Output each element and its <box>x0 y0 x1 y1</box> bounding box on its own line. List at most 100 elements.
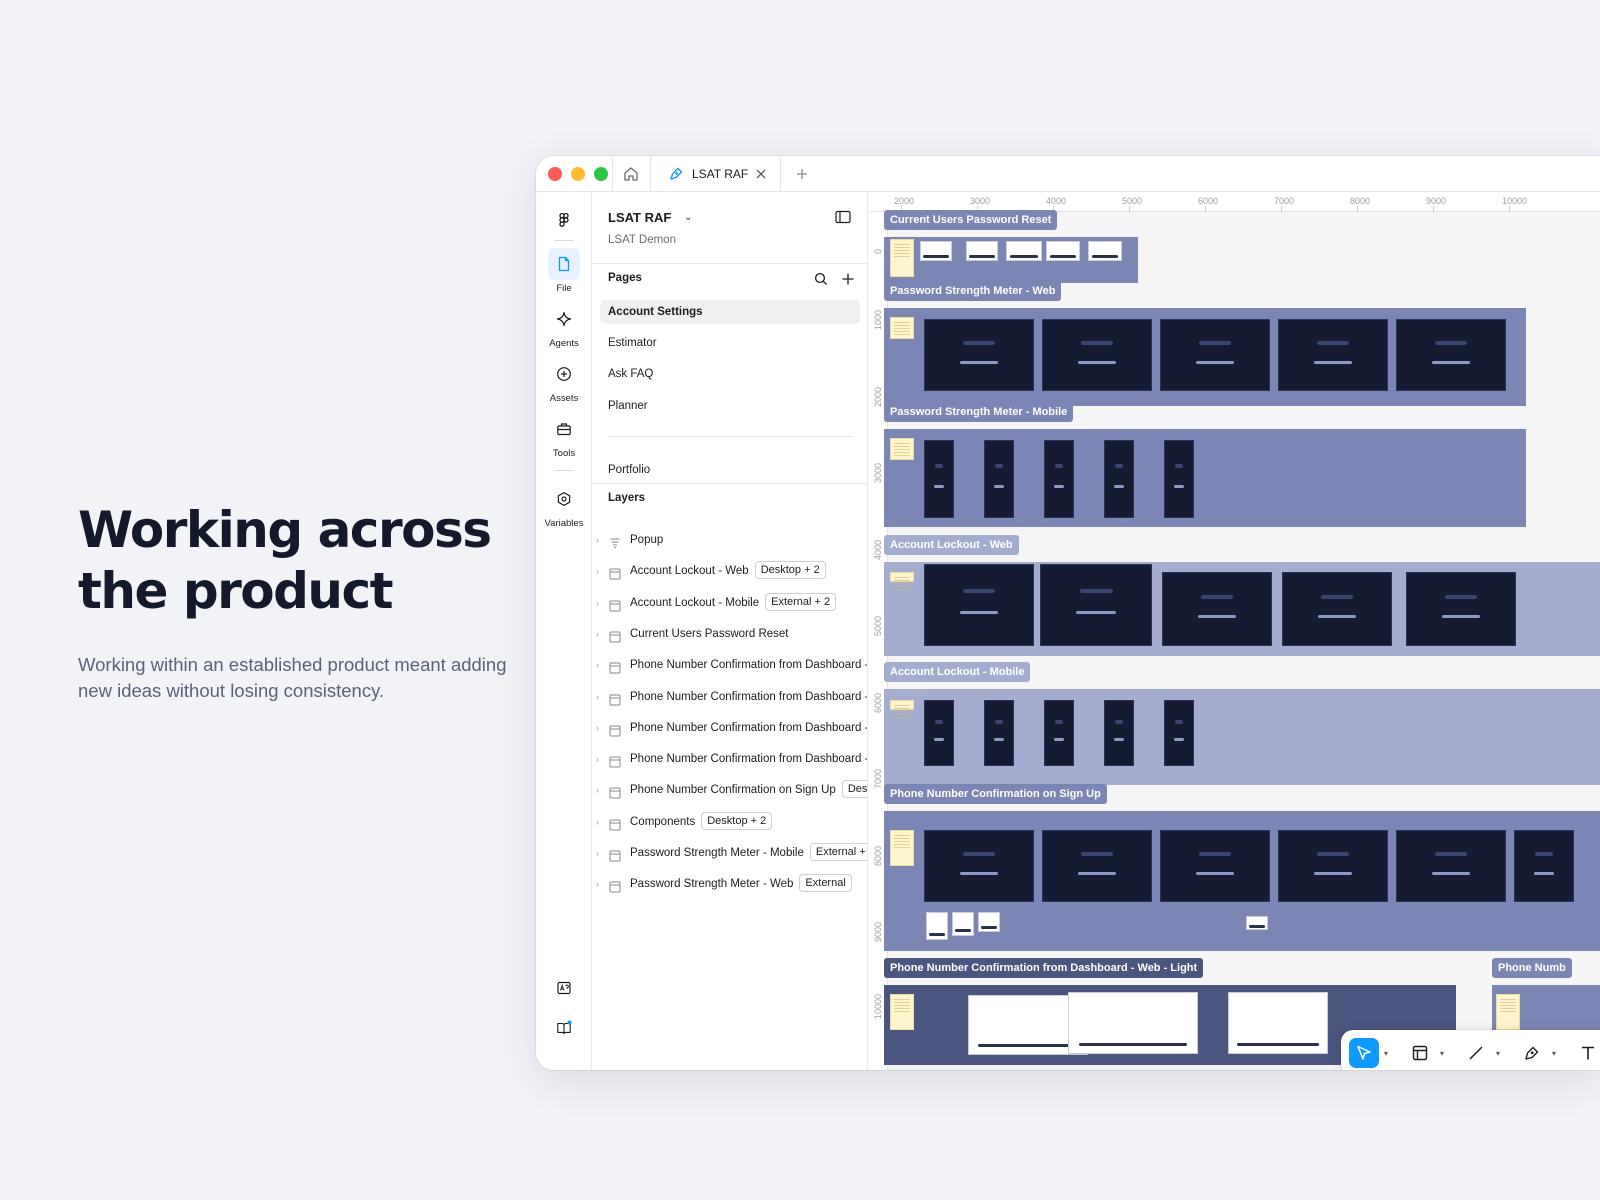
section-label[interactable]: Password Strength Meter - Web <box>884 281 1062 301</box>
rail-agents[interactable]: Agents <box>536 303 592 349</box>
sticky-note[interactable] <box>890 438 914 460</box>
screen-frame[interactable] <box>1406 572 1516 646</box>
section-label[interactable]: Current Users Password Reset <box>884 210 1058 230</box>
chevron-right-icon[interactable]: › <box>596 559 599 583</box>
screen-frame[interactable] <box>1044 700 1074 766</box>
chevron-down-icon[interactable]: ▾ <box>1440 1049 1444 1058</box>
chevron-right-icon[interactable]: › <box>596 747 599 771</box>
screen-frame[interactable] <box>1042 830 1152 902</box>
screen-frame[interactable] <box>1104 440 1134 518</box>
screen-frame[interactable] <box>1396 830 1506 902</box>
screen-frame[interactable] <box>1042 319 1152 391</box>
screen-frame[interactable] <box>1088 241 1122 261</box>
screen-frame[interactable] <box>1160 830 1270 902</box>
sticky-note[interactable] <box>890 317 914 339</box>
sidebar-toggle-icon[interactable] <box>835 210 851 224</box>
note-card[interactable] <box>978 912 1000 932</box>
screen-frame[interactable] <box>924 440 954 518</box>
note-card[interactable] <box>1246 916 1268 930</box>
chevron-right-icon[interactable]: › <box>596 778 599 802</box>
chevron-right-icon[interactable]: › <box>596 685 599 709</box>
layer-row[interactable]: › Phone Number Confirmation from Dashboar… <box>592 716 867 740</box>
page-item[interactable]: Account Settings <box>600 300 860 324</box>
chevron-right-icon[interactable]: › <box>596 841 599 865</box>
layer-row[interactable]: › Current Users Password Reset <box>592 622 867 646</box>
chevron-right-icon[interactable]: › <box>596 622 599 646</box>
section-label[interactable]: Phone Number Confirmation from Dashboard… <box>884 958 1204 978</box>
plus-icon[interactable] <box>794 166 810 182</box>
canvas[interactable]: 2000 3000 4000 5000 6000 7000 8000 9000 10000 0 1… <box>868 192 1600 1070</box>
chevron-right-icon[interactable]: › <box>596 653 599 677</box>
chevron-down-icon[interactable]: ▾ <box>1496 1049 1500 1058</box>
screen-frame[interactable] <box>984 700 1014 766</box>
screen-frame[interactable] <box>1278 830 1388 902</box>
screen-frame[interactable] <box>1068 992 1198 1054</box>
section-label[interactable]: Password Strength Meter - Mobile <box>884 402 1074 422</box>
home-icon[interactable] <box>622 165 640 183</box>
frame-tool-button[interactable] <box>1405 1038 1435 1068</box>
screen-frame[interactable] <box>1006 241 1042 261</box>
note-card[interactable] <box>926 912 948 940</box>
canvas-section[interactable] <box>884 429 1526 527</box>
screen-frame[interactable] <box>1514 830 1574 902</box>
sticky-note[interactable] <box>890 700 914 719</box>
layer-row[interactable]: › Popup <box>592 528 867 552</box>
text-tool-button[interactable] <box>1573 1038 1600 1068</box>
layer-row[interactable]: › Password Strength Meter - Web External <box>592 872 867 896</box>
sticky-note[interactable] <box>890 830 914 866</box>
screen-frame[interactable] <box>924 700 954 766</box>
page-item[interactable]: Ask FAQ <box>600 362 860 386</box>
sticky-note[interactable] <box>1496 994 1520 1030</box>
screen-frame[interactable] <box>1044 440 1074 518</box>
main-menu-button[interactable] <box>536 204 592 236</box>
chevron-right-icon[interactable]: › <box>596 872 599 896</box>
chevron-down-icon[interactable]: ⌄ <box>684 212 692 223</box>
screen-frame[interactable] <box>1162 572 1272 646</box>
screen-frame[interactable] <box>984 440 1014 518</box>
search-icon[interactable] <box>814 272 828 286</box>
screen-frame[interactable] <box>1160 319 1270 391</box>
screen-frame[interactable] <box>1282 572 1392 646</box>
section-label[interactable]: Account Lockout - Web <box>884 535 1019 555</box>
layer-row[interactable]: › Account Lockout - Web Desktop + 2 <box>592 559 867 583</box>
screen-frame[interactable] <box>1164 700 1194 766</box>
chevron-right-icon[interactable]: › <box>596 591 599 615</box>
chevron-down-icon[interactable]: ▾ <box>1384 1049 1388 1058</box>
rail-library[interactable] <box>536 1012 592 1044</box>
rail-variables[interactable]: Variables <box>536 483 592 529</box>
rail-assets[interactable]: Assets <box>536 358 592 404</box>
screen-frame[interactable] <box>1104 700 1134 766</box>
section-label[interactable]: Account Lockout - Mobile <box>884 662 1031 682</box>
layer-row[interactable]: › Phone Number Confirmation from Dashboar… <box>592 747 867 771</box>
maximize-window-button[interactable] <box>594 167 608 181</box>
file-name[interactable]: LSAT RAF <box>608 210 671 225</box>
layer-row[interactable]: › Components Desktop + 2 <box>592 810 867 834</box>
screen-frame[interactable] <box>924 830 1034 902</box>
add-page-icon[interactable] <box>841 272 855 286</box>
chevron-right-icon[interactable]: › <box>596 716 599 740</box>
section-label[interactable]: Phone Numb <box>1492 958 1572 978</box>
screen-frame[interactable] <box>924 319 1034 391</box>
team-name[interactable]: LSAT Demon <box>608 234 676 246</box>
layer-row[interactable]: › Phone Number Confirmation on Sign Up Des <box>592 778 867 802</box>
chevron-down-icon[interactable]: ▾ <box>1552 1049 1556 1058</box>
screen-frame[interactable] <box>1046 241 1080 261</box>
pen-tool-button[interactable] <box>1517 1038 1547 1068</box>
sticky-note[interactable] <box>890 572 914 591</box>
screen-frame[interactable] <box>1228 992 1328 1054</box>
move-tool-button[interactable] <box>1349 1038 1379 1068</box>
close-window-button[interactable] <box>548 167 562 181</box>
screen-frame[interactable] <box>1396 319 1506 391</box>
section-label[interactable]: Phone Number Confirmation on Sign Up <box>884 784 1107 804</box>
rail-ai-help[interactable] <box>536 972 592 1004</box>
sticky-note[interactable] <box>890 994 914 1030</box>
chevron-right-icon[interactable]: › <box>596 810 599 834</box>
tab-lsat-raf[interactable]: LSAT RAF <box>656 156 780 192</box>
note-card[interactable] <box>952 912 974 936</box>
close-icon[interactable] <box>754 167 768 181</box>
screen-frame[interactable] <box>924 564 1034 646</box>
page-item[interactable]: Portfolio <box>600 458 860 482</box>
screen-frame[interactable] <box>966 241 998 261</box>
chevron-right-icon[interactable]: › <box>596 528 599 552</box>
layer-row[interactable]: › Phone Number Confirmation from Dashboar… <box>592 685 867 709</box>
